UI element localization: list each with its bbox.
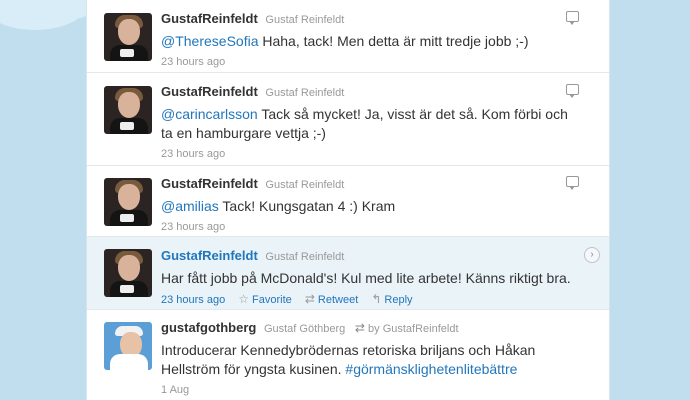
reply-icon[interactable] xyxy=(566,176,579,190)
tweet[interactable]: GustafReinfeldt Gustaf Reinfeldt Har fåt… xyxy=(87,237,609,310)
timeline: GustafReinfeldt Gustaf Reinfeldt @Theres… xyxy=(86,0,610,400)
tweet-text: Har fått jobb på McDonald's! Kul med lit… xyxy=(161,270,571,286)
mention-link[interactable]: @amilias xyxy=(161,198,219,214)
open-details-icon[interactable]: › xyxy=(584,247,600,263)
screen-name[interactable]: GustafReinfeldt xyxy=(161,176,258,191)
retweet-icon: ⇄ xyxy=(304,292,315,306)
retweet-button[interactable]: ⇄ Retweet xyxy=(304,292,358,306)
retweeted-by[interactable]: ⇄ by GustafReinfeldt xyxy=(354,321,459,335)
tweet[interactable]: GustafReinfeldt Gustaf Reinfeldt @Theres… xyxy=(87,0,609,73)
star-icon: ☆ xyxy=(238,292,250,306)
full-name: Gustaf Reinfeldt xyxy=(265,251,345,263)
reply-icon[interactable] xyxy=(566,84,579,98)
tweet-text: @amilias Tack! Kungsgatan 4 :) Kram xyxy=(161,198,396,214)
timestamp[interactable]: 23 hours ago xyxy=(161,148,225,160)
avatar[interactable] xyxy=(104,249,152,297)
timestamp[interactable]: 1 Aug xyxy=(161,384,189,396)
screen-name[interactable]: gustafgothberg xyxy=(161,320,256,335)
full-name: Gustaf Reinfeldt xyxy=(265,87,345,99)
retweet-icon: ⇄ xyxy=(354,321,365,335)
avatar[interactable] xyxy=(104,322,152,370)
tweet-text: @carincarlsson Tack så mycket! Ja, visst… xyxy=(161,106,568,141)
tweet-text: @ThereseSofia Haha, tack! Men detta är m… xyxy=(161,33,529,49)
reply-button[interactable]: ↰ Reply xyxy=(371,292,412,306)
timestamp[interactable]: 23 hours ago xyxy=(161,221,225,233)
avatar[interactable] xyxy=(104,13,152,61)
screen-name[interactable]: GustafReinfeldt xyxy=(161,84,258,99)
avatar[interactable] xyxy=(104,178,152,226)
reply-icon[interactable] xyxy=(566,11,579,25)
avatar[interactable] xyxy=(104,86,152,134)
mention-link[interactable]: @carincarlsson xyxy=(161,106,258,122)
tweet-text: Introducerar Kennedybrödernas retoriska … xyxy=(161,342,536,377)
timestamp[interactable]: 23 hours ago xyxy=(161,56,225,68)
mention-link[interactable]: @ThereseSofia xyxy=(161,33,258,49)
full-name: Gustaf Reinfeldt xyxy=(265,14,345,26)
screen-name[interactable]: GustafReinfeldt xyxy=(161,11,258,26)
screen-name[interactable]: GustafReinfeldt xyxy=(161,248,258,263)
full-name: Gustaf Göthberg xyxy=(263,323,346,335)
tweet[interactable]: GustafReinfeldt Gustaf Reinfeldt @carinc… xyxy=(87,73,609,166)
tweet[interactable]: GustafReinfeldt Gustaf Reinfeldt @amilia… xyxy=(87,166,609,237)
full-name: Gustaf Reinfeldt xyxy=(265,179,345,191)
favorite-button[interactable]: ☆ Favorite xyxy=(238,292,292,306)
hashtag-link[interactable]: #görmänsklighetenlitebättre xyxy=(345,361,517,377)
timestamp[interactable]: 23 hours ago xyxy=(161,294,225,306)
tweet[interactable]: gustafgothberg Gustaf Göthberg ⇄ by Gust… xyxy=(87,310,609,400)
reply-arrow-icon: ↰ xyxy=(371,292,382,306)
